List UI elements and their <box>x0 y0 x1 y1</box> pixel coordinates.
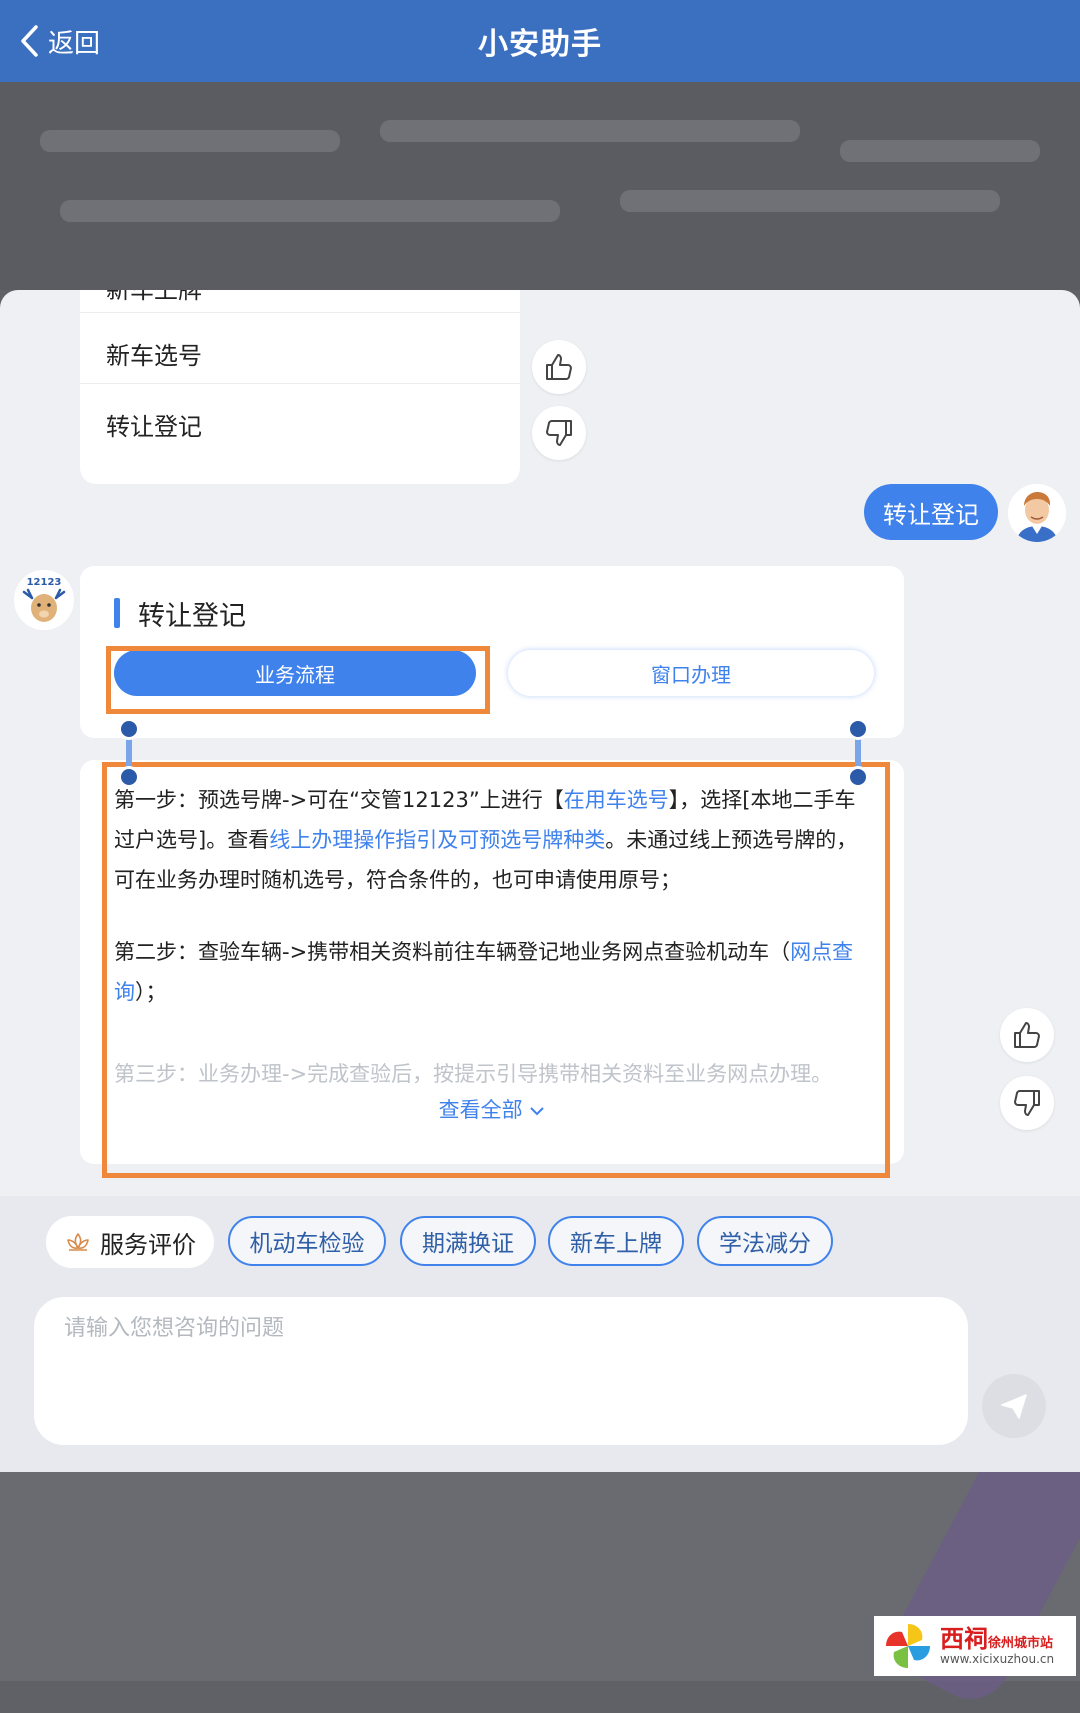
user-message-bubble: 转让登记 <box>864 484 998 540</box>
question-input-box[interactable] <box>34 1297 968 1445</box>
site-watermark: 西祠徐州城市站 www.xicixuzhou.cn <box>874 1616 1076 1676</box>
like-button[interactable] <box>532 340 586 394</box>
connector-handle <box>847 718 869 740</box>
connector-handle <box>118 766 140 788</box>
pinwheel-logo-icon <box>886 1624 930 1668</box>
watermark-name: 西祠 <box>940 1625 988 1653</box>
divider <box>80 383 520 384</box>
menu-item-new-number[interactable]: 新车选号 <box>106 336 202 371</box>
question-input[interactable] <box>62 1315 926 1342</box>
svg-text:12123: 12123 <box>27 577 62 588</box>
highlight-box-tab <box>106 646 490 714</box>
watermark-city: 徐州城市站 <box>988 1636 1054 1651</box>
app-header: 返回 小安助手 <box>0 0 1080 82</box>
menu-item-transfer[interactable]: 转让登记 <box>106 407 202 442</box>
thumbs-up-icon <box>1014 1022 1040 1048</box>
deer-mascot-icon: 12123 <box>14 570 74 630</box>
watermark-text: 西祠徐州城市站 www.xicixuzhou.cn <box>940 1626 1054 1666</box>
send-button[interactable] <box>982 1374 1046 1438</box>
menu-item-new-plate[interactable]: 新车上牌 <box>106 290 202 305</box>
user-avatar <box>1008 484 1066 542</box>
like-button[interactable] <box>1000 1008 1054 1062</box>
watermark-logo <box>882 1620 934 1672</box>
chip-new-car-plate[interactable]: 新车上牌 <box>548 1216 684 1266</box>
chip-license-renewal[interactable]: 期满换证 <box>400 1216 536 1266</box>
highlight-box-content <box>102 762 890 1178</box>
watermark-site: www.xicixuzhou.cn <box>940 1652 1055 1666</box>
connector-handle <box>847 766 869 788</box>
dislike-button[interactable] <box>532 406 586 460</box>
service-card-title: 转让登记 <box>138 601 246 632</box>
thumbs-down-icon <box>1014 1090 1040 1116</box>
menu-card: 新车上牌 新车选号 转让登记 <box>80 290 520 484</box>
send-icon <box>1001 1394 1027 1419</box>
connector-handle <box>118 718 140 740</box>
background-blurred-content <box>0 90 1080 270</box>
thumbs-down-icon <box>546 420 572 446</box>
service-rating-label: 服务评价 <box>100 1230 196 1259</box>
page-title: 小安助手 <box>478 27 602 62</box>
title-accent-bar <box>114 598 120 628</box>
chip-vehicle-inspection[interactable]: 机动车检验 <box>228 1216 386 1266</box>
chip-study-points[interactable]: 学法减分 <box>697 1216 833 1266</box>
lotus-icon <box>67 1233 89 1251</box>
user-avatar-icon <box>1008 484 1066 542</box>
service-rating-chip[interactable]: 服务评价 <box>46 1216 214 1268</box>
thumbs-up-icon <box>546 354 572 380</box>
divider <box>80 312 520 313</box>
dislike-button[interactable] <box>1000 1076 1054 1130</box>
tab-window-handling[interactable]: 窗口办理 <box>508 650 874 696</box>
bot-avatar: 12123 <box>14 570 74 630</box>
